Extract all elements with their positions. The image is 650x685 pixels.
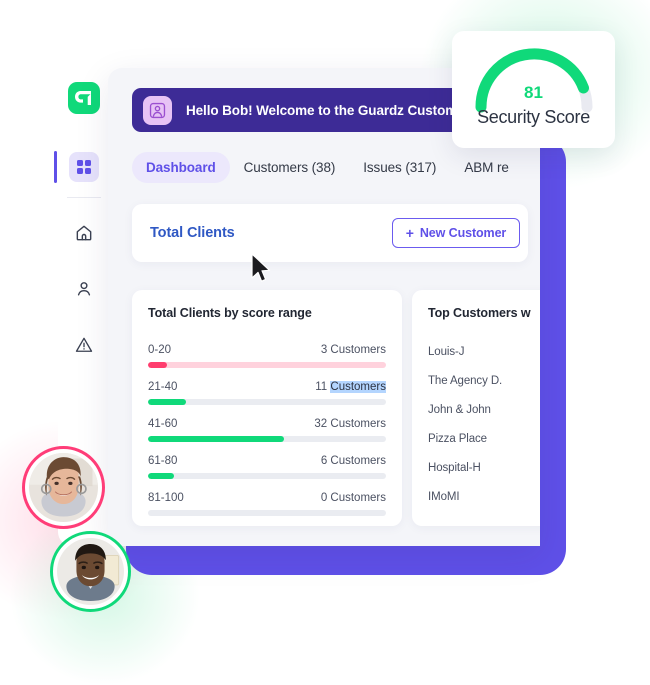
guardz-logo-icon	[68, 82, 100, 114]
new-customer-label: New Customer	[419, 226, 507, 240]
score-bar-fill	[148, 362, 168, 368]
sidebar-item-users[interactable]	[58, 261, 110, 317]
score-bar-fill	[148, 436, 284, 442]
score-range-label: 21-40	[148, 381, 178, 393]
score-count-label: 32 Customers	[314, 418, 386, 430]
score-bar-row: 61-80 6 Customers	[148, 455, 386, 479]
score-count-label: 6 Customers	[320, 455, 386, 467]
top-customers-list: Louis-J The Agency D. John & John Pizza …	[428, 346, 540, 503]
page-title: Total Clients	[150, 225, 235, 241]
person-icon	[69, 274, 99, 304]
score-bar-row: 21-40 11 Customers	[148, 381, 386, 405]
score-range-card: Total Clients by score range 0-20 3 Cust…	[132, 290, 402, 526]
sidebar-items	[54, 144, 110, 373]
list-item[interactable]: Pizza Place	[428, 433, 540, 445]
warning-triangle-icon	[69, 330, 99, 360]
avatar-man	[50, 531, 131, 612]
top-customers-title: Top Customers w	[428, 306, 531, 320]
score-range-label: 61-80	[148, 455, 178, 467]
total-clients-header: Total Clients + New Customer	[132, 204, 528, 262]
top-customers-card: Top Customers w Louis-J The Agency D. Jo…	[412, 290, 540, 526]
security-score-value: 81	[524, 83, 543, 102]
score-bar-row: 81-100 0 Customers	[148, 492, 386, 516]
score-bar-track	[148, 436, 386, 442]
new-customer-button[interactable]: + New Customer	[392, 218, 520, 248]
score-range-bars: 0-20 3 Customers 21-40 11 Customers 41-6…	[148, 344, 386, 516]
selected-text: Customers	[330, 381, 386, 393]
avatar-woman	[22, 446, 105, 529]
list-item[interactable]: John & John	[428, 404, 540, 416]
score-bar-track	[148, 473, 386, 479]
score-bar-track	[148, 399, 386, 405]
tab-abm-reports[interactable]: ABM re	[450, 152, 522, 183]
avatar-woman-photo	[29, 453, 98, 522]
score-range-label: 0-20	[148, 344, 172, 356]
grid-icon	[69, 152, 99, 182]
score-bar-fill	[148, 473, 175, 479]
tab-customers[interactable]: Customers (38)	[230, 152, 350, 183]
sidebar-item-alerts[interactable]	[58, 317, 110, 373]
score-bar-row: 0-20 3 Customers	[148, 344, 386, 368]
score-count-label: 3 Customers	[320, 344, 386, 356]
active-indicator	[54, 151, 57, 183]
security-score-widget: 81 Security Score	[452, 31, 615, 148]
avatar-man-photo	[57, 538, 124, 605]
score-bar-row: 41-60 32 Customers	[148, 418, 386, 442]
score-count-label: 11 Customers	[315, 381, 386, 393]
tab-issues[interactable]: Issues (317)	[349, 152, 450, 183]
score-bar-track	[148, 362, 386, 368]
list-item[interactable]: Hospital-H	[428, 462, 540, 474]
score-bar-fill	[148, 399, 187, 405]
score-bar-track	[148, 510, 386, 516]
score-range-label: 41-60	[148, 418, 178, 430]
sidebar-divider	[67, 197, 101, 198]
tab-bar: Dashboard Customers (38) Issues (317) AB…	[132, 152, 523, 183]
list-item[interactable]: Louis-J	[428, 346, 540, 358]
tab-dashboard[interactable]: Dashboard	[132, 152, 230, 183]
home-icon	[69, 218, 99, 248]
sidebar-item-dashboard[interactable]	[54, 144, 110, 190]
security-score-label: Security Score	[477, 107, 590, 127]
score-range-title: Total Clients by score range	[148, 306, 312, 320]
list-item[interactable]: The Agency D.	[428, 375, 540, 387]
sidebar-item-home[interactable]	[58, 205, 110, 261]
list-item[interactable]: IMoMI	[428, 491, 540, 503]
contact-card-icon	[143, 95, 172, 125]
score-range-label: 81-100	[148, 492, 184, 504]
score-count-number: 11	[315, 381, 328, 393]
score-count-label: 0 Customers	[320, 492, 386, 504]
plus-icon: +	[405, 225, 414, 241]
